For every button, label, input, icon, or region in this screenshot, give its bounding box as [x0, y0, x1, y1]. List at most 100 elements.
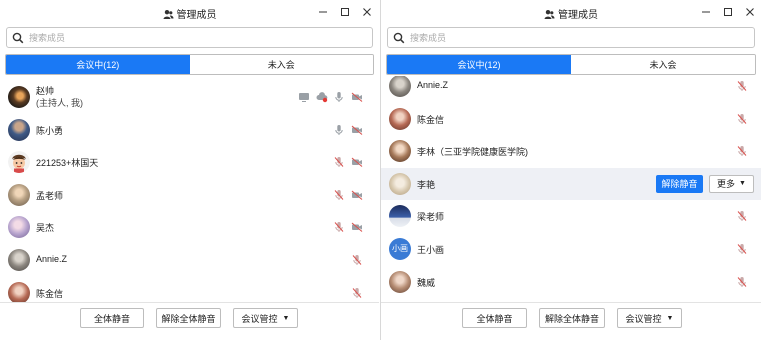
search-input[interactable]: [410, 31, 630, 44]
list-item[interactable]: 吴杰: [0, 211, 379, 244]
tab-not-joined[interactable]: 未入会: [571, 55, 755, 74]
list-item[interactable]: 221253+林国天: [0, 146, 379, 179]
search-icon: [12, 32, 24, 44]
microphone-muted-icon[interactable]: [351, 254, 363, 266]
search-box[interactable]: [6, 27, 373, 48]
members-icon: [544, 10, 555, 19]
avatar: [389, 270, 411, 293]
meeting-controls-dropdown[interactable]: 会议管控 ▼: [233, 308, 298, 328]
search-input[interactable]: [29, 31, 249, 44]
microphone-muted-icon[interactable]: [333, 156, 345, 168]
mute-all-button[interactable]: 全体静音: [462, 308, 527, 328]
list-item[interactable]: 孟老师: [0, 179, 379, 212]
list-item[interactable]: 陈小勇: [0, 114, 379, 147]
list-item[interactable]: 小画 王小画: [381, 233, 761, 266]
avatar: [389, 107, 411, 130]
microphone-icon[interactable]: [333, 91, 345, 103]
member-name: 李艳: [417, 179, 436, 190]
screen-share-icon[interactable]: [298, 91, 310, 103]
tab-in-meeting[interactable]: 会议中(12): [387, 55, 571, 74]
avatar: [8, 86, 30, 108]
title-bar: 管理成员: [0, 0, 379, 24]
footer-bar: 全体静音 解除全体静音 会议管控 ▼: [0, 302, 379, 340]
meeting-controls-label: 会议管控: [241, 313, 278, 324]
member-list: 赵帅 (主持人, 我) 陈小勇 221253+林国天 孟老师 吴杰 Annie.…: [0, 81, 379, 302]
list-item-hovered[interactable]: 李艳 解除静音 更多 ▼: [381, 167, 761, 201]
member-name: Annie.Z: [36, 253, 68, 264]
list-item[interactable]: 陈金信: [381, 103, 761, 136]
microphone-muted-icon[interactable]: [736, 243, 748, 255]
caret-down-icon: ▼: [739, 180, 746, 188]
avatar: [389, 76, 411, 97]
member-name: 孟老师: [36, 190, 64, 201]
title-bar: 管理成员: [381, 0, 761, 24]
microphone-muted-icon[interactable]: [736, 113, 748, 125]
microphone-muted-icon[interactable]: [351, 287, 363, 299]
member-panel-left: 管理成员 会议中(12) 未入会 赵帅 (主持人, 我) 陈小勇: [0, 0, 379, 340]
member-name-text: 赵帅: [36, 86, 55, 96]
more-dropdown[interactable]: 更多 ▼: [709, 174, 754, 193]
microphone-muted-icon[interactable]: [736, 276, 748, 288]
avatar: [8, 151, 30, 174]
avatar: [8, 183, 30, 206]
unmute-all-button[interactable]: 解除全体静音: [539, 308, 605, 328]
list-item[interactable]: 陈金信: [0, 277, 379, 302]
minimize-icon: [319, 11, 327, 13]
avatar: [8, 216, 30, 239]
member-tabs: 会议中(12) 未入会: [5, 54, 374, 75]
list-item[interactable]: 赵帅 (主持人, 我): [0, 81, 379, 114]
avatar: [389, 172, 411, 195]
maximize-button[interactable]: [338, 5, 352, 19]
cartoon-avatar-icon: [8, 151, 30, 174]
microphone-muted-icon[interactable]: [736, 210, 748, 222]
member-name: 赵帅 (主持人, 我): [36, 85, 83, 109]
tab-not-joined[interactable]: 未入会: [189, 55, 373, 74]
close-button[interactable]: [743, 5, 757, 19]
microphone-muted-icon[interactable]: [333, 189, 345, 201]
avatar: [389, 140, 411, 163]
list-item[interactable]: 魏威: [381, 266, 761, 299]
tab-in-meeting[interactable]: 会议中(12): [6, 55, 190, 74]
camera-off-icon[interactable]: [351, 221, 363, 233]
microphone-icon[interactable]: [333, 124, 345, 136]
unmute-button[interactable]: 解除静音: [656, 174, 703, 193]
camera-off-icon[interactable]: [351, 91, 363, 103]
microphone-muted-icon[interactable]: [736, 80, 748, 92]
list-item[interactable]: Annie.Z: [0, 244, 379, 277]
close-button[interactable]: [360, 5, 374, 19]
avatar-text: 小画: [392, 244, 408, 254]
member-role: (主持人, 我): [36, 98, 83, 108]
minimize-icon: [702, 11, 710, 13]
member-name: 李林（三亚学院健康医学院): [417, 147, 528, 158]
member-name: 陈金信: [36, 288, 64, 299]
member-name: 吴杰: [36, 223, 55, 234]
member-panel-right: 管理成员 会议中(12) 未入会 Annie.Z 陈金信: [380, 0, 761, 340]
camera-off-icon[interactable]: [351, 156, 363, 168]
member-tabs: 会议中(12) 未入会: [386, 54, 756, 75]
avatar: [8, 118, 30, 141]
maximize-button[interactable]: [721, 5, 735, 19]
close-icon: [746, 8, 754, 16]
camera-off-icon[interactable]: [351, 189, 363, 201]
unmute-all-button[interactable]: 解除全体静音: [156, 308, 221, 328]
list-item[interactable]: 梁老师: [381, 200, 761, 233]
mute-all-button[interactable]: 全体静音: [80, 308, 144, 328]
list-item[interactable]: 李林（三亚学院健康医学院): [381, 135, 761, 168]
minimize-button[interactable]: [316, 5, 330, 19]
window-title-text: 管理成员: [558, 10, 598, 21]
close-icon: [363, 8, 371, 16]
camera-off-icon[interactable]: [351, 124, 363, 136]
meeting-controls-dropdown[interactable]: 会议管控 ▼: [617, 308, 682, 328]
member-name: 221253+林国天: [36, 158, 99, 169]
minimize-button[interactable]: [699, 5, 713, 19]
search-box[interactable]: [387, 27, 755, 48]
microphone-muted-icon[interactable]: [736, 145, 748, 157]
avatar: 小画: [389, 237, 411, 260]
list-item[interactable]: Annie.Z: [381, 76, 761, 103]
avatar: [8, 281, 30, 302]
caret-down-icon: ▼: [666, 314, 674, 322]
microphone-muted-icon[interactable]: [333, 221, 345, 233]
member-name: 陈金信: [417, 114, 445, 125]
meeting-controls-label: 会议管控: [625, 313, 662, 324]
cloud-record-icon[interactable]: [316, 91, 328, 103]
